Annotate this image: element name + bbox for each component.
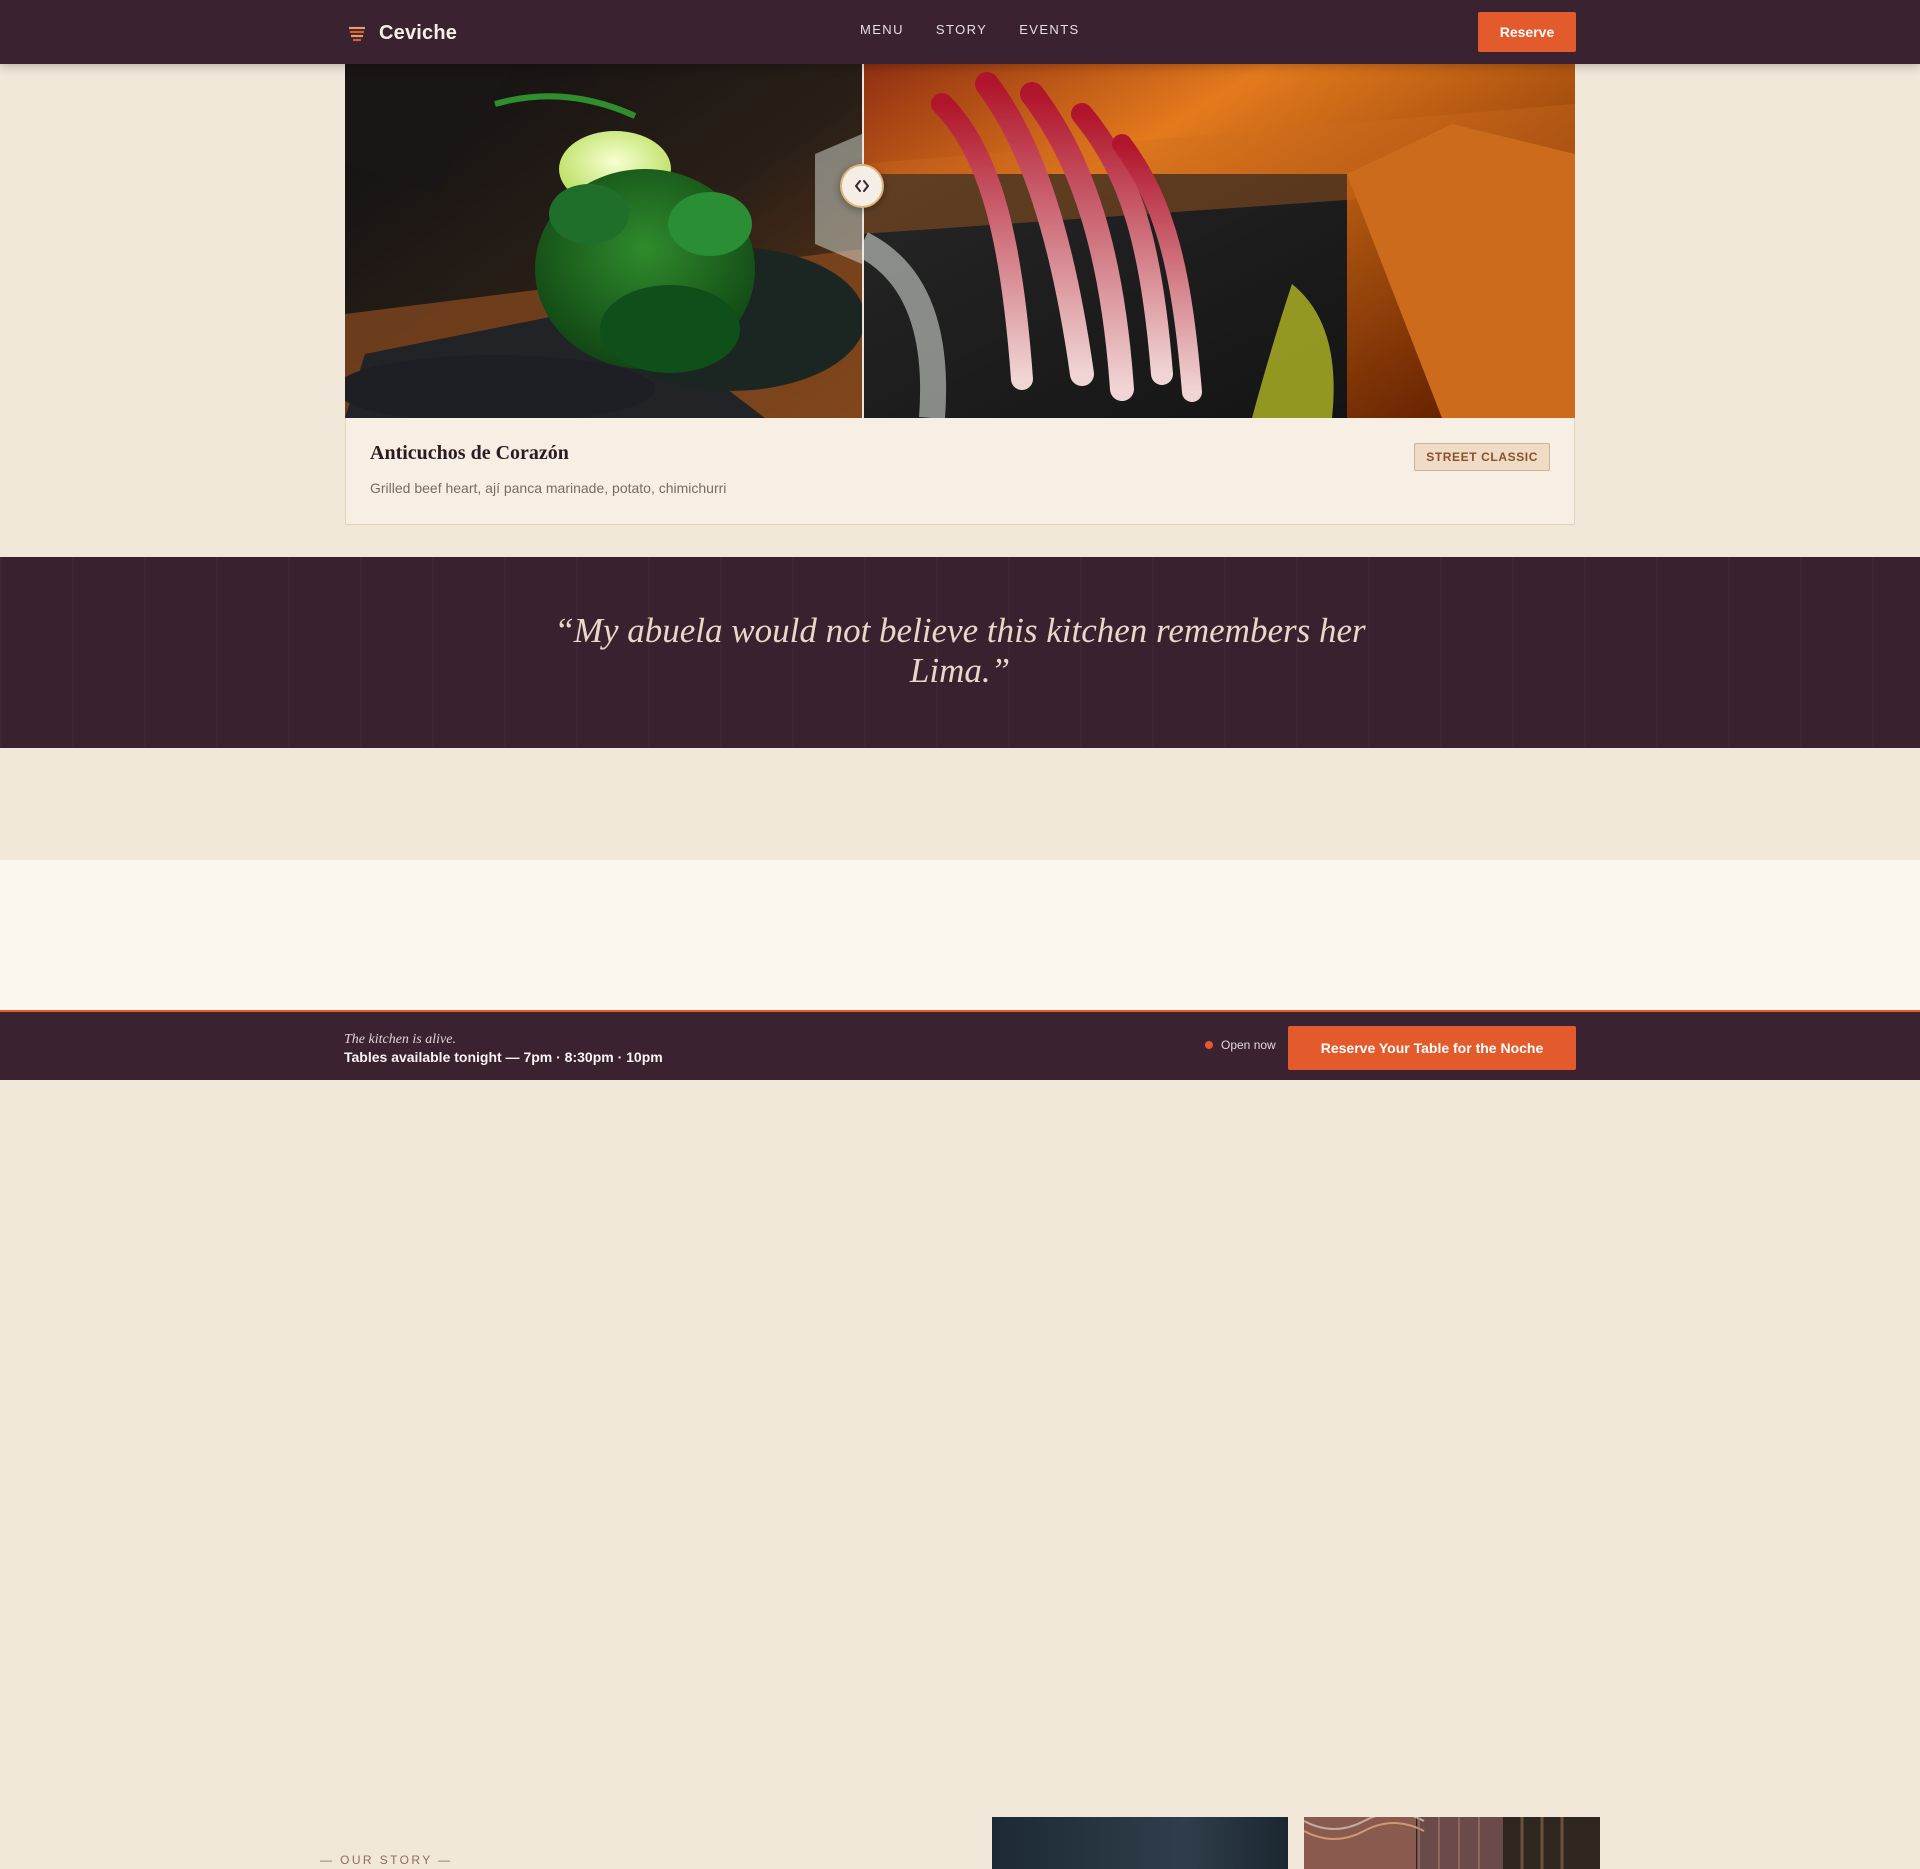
story-thumbnail-textiles [1304, 1817, 1600, 1869]
story-image-one [992, 1817, 1288, 1869]
anticuchos-image [862, 64, 1575, 418]
nav-links: MENU STORY EVENTS [860, 22, 1080, 37]
right-dish-image [862, 64, 1575, 418]
before-after-image-slider[interactable] [345, 64, 1575, 418]
dish-card: Anticuchos de Corazón Grilled beef heart… [345, 418, 1575, 525]
story-thumbnail-dark-kitchen [992, 1817, 1288, 1869]
nav-link-story[interactable]: STORY [936, 22, 987, 37]
ceviche-logo-icon [349, 26, 365, 42]
brand-name: Ceviche [379, 21, 458, 44]
open-status-label: Open now [1221, 1038, 1276, 1052]
nav-link-menu[interactable]: MENU [860, 22, 904, 37]
bottom-availability: Tables available tonight — 7pm · 8:30pm … [344, 1049, 663, 1065]
compare-handle[interactable] [840, 164, 884, 208]
brand-lockup[interactable]: Ceviche [347, 19, 457, 47]
dish-badge: STREET CLASSIC [1414, 443, 1550, 471]
story-image-two [1304, 1817, 1600, 1869]
left-dish-image [345, 64, 862, 418]
sticky-reservation-bar: The kitchen is alive. Tables available t… [0, 1010, 1920, 1080]
status-dot-icon [1205, 1041, 1213, 1049]
open-status: Open now [1205, 1038, 1276, 1052]
dish-description: Grilled beef heart, ají panca marinade, … [370, 480, 727, 496]
main-navigation: MENU STORY EVENTS [0, 0, 1920, 64]
reserve-button[interactable]: Reserve [1478, 12, 1576, 52]
bottom-tagline: The kitchen is alive. [344, 1032, 456, 1047]
story-label: — OUR STORY — [320, 1853, 453, 1867]
testimonial-quote: “My abuela would not believe this kitche… [554, 611, 1366, 690]
reserve-table-button[interactable]: Reserve Your Table for the Noche [1288, 1026, 1576, 1070]
chevrons-left-right-icon [855, 180, 869, 192]
dish-title: Anticuchos de Corazón [370, 442, 569, 464]
nav-link-events[interactable]: EVENTS [1019, 22, 1079, 37]
compare-divider [862, 64, 864, 418]
parsley-lime-image [345, 64, 862, 418]
top-navigation-bar: Ceviche MENU STORY EVENTS Reserve [0, 0, 1920, 64]
spacer-band [0, 748, 1920, 860]
